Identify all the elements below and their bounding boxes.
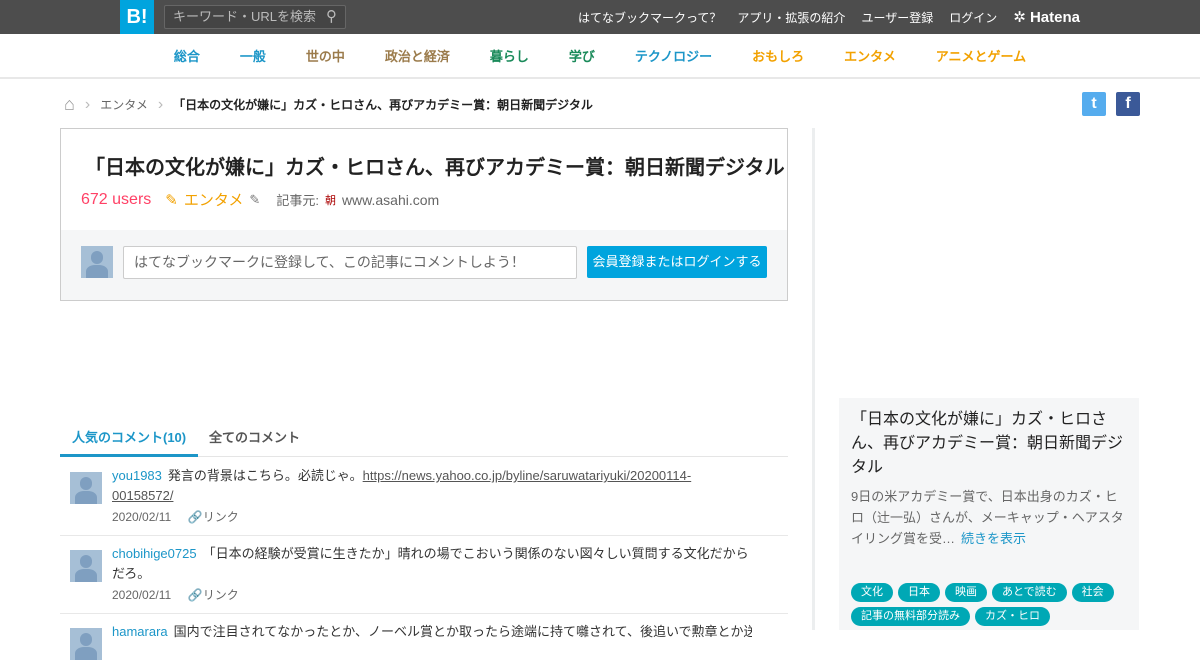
edit-icon[interactable]: ✎ <box>249 192 260 208</box>
category-tab[interactable]: 総合 <box>174 46 200 65</box>
category-tab[interactable]: 暮らし <box>490 46 529 65</box>
comment-user[interactable]: hamarara <box>112 624 168 639</box>
avatar[interactable] <box>70 550 102 582</box>
hatena-brand: Hatena <box>1029 9 1080 26</box>
source-domain[interactable]: www.asahi.com <box>342 192 439 208</box>
category-tab[interactable]: おもしろ <box>752 46 804 65</box>
tag[interactable]: カズ・ヒロ <box>975 607 1050 626</box>
category-tab[interactable]: 世の中 <box>306 46 345 65</box>
comment-text: 国内で注目されてなかったとか、ノーベル賞とか取ったら途端に持て囃されて、後追いで… <box>173 624 752 639</box>
comment-date[interactable]: 2020/02/11 <box>112 588 171 602</box>
show-more-link[interactable]: 続きを表示 <box>961 531 1026 546</box>
favicon-icon: 朝 <box>324 194 336 207</box>
apps-link[interactable]: アプリ・拡張の紹介 <box>737 9 845 26</box>
category-tab[interactable]: 一般 <box>240 46 266 65</box>
comment-text: 発言の背景はこちら。必読じゃ。 <box>167 468 363 483</box>
link-icon: 🔗 <box>187 588 203 602</box>
comment-user[interactable]: chobihige0725 <box>112 546 197 561</box>
entry-category[interactable]: エンタメ <box>184 189 244 210</box>
tag-list: 文化 日本 映画 あとで読む 社会記事の無料部分読み カズ・ヒロ <box>851 583 1141 626</box>
twitter-share-button[interactable]: t <box>1082 92 1106 116</box>
pencil-icon: ✎ <box>165 191 178 209</box>
category-tab[interactable]: 政治と経済 <box>385 46 450 65</box>
chevron-right-icon: › <box>157 95 164 113</box>
home-icon[interactable]: ⌂ <box>64 94 75 115</box>
signup-link[interactable]: ユーザー登録 <box>861 9 933 26</box>
hatena-logo[interactable]: ✲ Hatena <box>1013 8 1080 26</box>
comment-user[interactable]: you1983 <box>112 468 162 483</box>
comment-item: you1983 発言の背景はこちら。必読じゃ。https://news.yahoo… <box>60 458 788 536</box>
comment-item: hamarara 国内で注目されてなかったとか、ノーベル賞とか取ったら途端に持て囃… <box>60 614 788 660</box>
facebook-share-button[interactable]: f <box>1116 92 1140 116</box>
category-tab[interactable]: 学び <box>569 46 595 65</box>
tag[interactable]: あとで読む <box>992 583 1067 602</box>
search-icon[interactable]: ⚲ <box>326 6 337 28</box>
login-register-button[interactable]: 会員登録またはログインする <box>587 246 767 278</box>
top-bar: B! キーワード・URLを検索 ⚲ はてなブックマークって？ アプリ・拡張の紹介 … <box>0 0 1200 34</box>
comment-tabs: 人気のコメント(10) 全てのコメント <box>60 420 788 457</box>
search-input[interactable]: キーワード・URLを検索 ⚲ <box>164 5 346 29</box>
comment-form: はてなブックマークに登録して、この記事にコメントしよう！ 会員登録またはログイン… <box>61 230 787 300</box>
column-divider <box>812 128 815 630</box>
tag[interactable]: 文化 <box>851 583 893 602</box>
comment-input[interactable]: はてなブックマークに登録して、この記事にコメントしよう！ <box>123 246 577 279</box>
breadcrumb-category[interactable]: エンタメ <box>100 96 148 113</box>
search-placeholder: キーワード・URLを検索 <box>173 9 317 24</box>
category-tab[interactable]: アニメとゲーム <box>936 46 1026 65</box>
tab-popular-comments[interactable]: 人気のコメント(10) <box>60 420 199 457</box>
tag[interactable]: 日本 <box>898 583 940 602</box>
category-tab[interactable]: テクノロジー <box>635 46 712 65</box>
hatena-bookmark-logo[interactable]: B! <box>120 0 154 34</box>
category-tab[interactable]: エンタメ <box>844 46 896 65</box>
summary-title[interactable]: 「日本の文化が嫌に」カズ・ヒロさん、再びアカデミー賞：朝日新聞デジタル <box>851 408 1127 480</box>
breadcrumb-current: 「日本の文化が嫌に」カズ・ヒロさん、再びアカデミー賞：朝日新聞デジタル <box>173 98 593 112</box>
tag[interactable]: 記事の無料部分読み <box>851 607 970 626</box>
avatar[interactable] <box>70 628 102 660</box>
category-nav: 総合 一般 世の中 政治と経済 暮らし 学び テクノロジー おもしろ エンタメ アニメとゲーム <box>0 34 1200 79</box>
tag[interactable]: 社会 <box>1071 583 1114 602</box>
comment-date[interactable]: 2020/02/11 <box>112 510 171 524</box>
entry-card: 「日本の文化が嫌に」カズ・ヒロさん、再びアカデミー賞：朝日新聞デジタル 672 … <box>60 128 788 301</box>
avatar <box>81 246 113 278</box>
link-icon: 🔗 <box>187 510 203 524</box>
chevron-right-icon: › <box>84 95 91 113</box>
login-link[interactable]: ログイン <box>949 9 997 26</box>
permalink[interactable]: リンク <box>203 510 239 524</box>
breadcrumb: ⌂ › エンタメ › 「日本の文化が嫌に」カズ・ヒロさん、再びアカデミー賞：朝日… <box>64 94 593 115</box>
tag[interactable]: 映画 <box>945 583 987 602</box>
users-count[interactable]: 672 users <box>81 191 151 209</box>
permalink[interactable]: リンク <box>203 588 239 602</box>
tab-all-comments[interactable]: 全てのコメント <box>197 420 312 457</box>
comment-text: 「日本の経験が受賞に生きたか」晴れの場でこおいう関係のない図々しい質問する文化だ… <box>112 546 749 581</box>
source-label: 記事元: <box>276 193 319 208</box>
avatar[interactable] <box>70 472 102 504</box>
comment-item: chobihige0725 「日本の経験が受賞に生きたか」晴れの場でこおいう関係の… <box>60 536 788 614</box>
entry-summary-panel: 「日本の文化が嫌に」カズ・ヒロさん、再びアカデミー賞：朝日新聞デジタル 9日の米… <box>839 398 1139 630</box>
about-link[interactable]: はてなブックマークって？ <box>578 9 721 26</box>
entry-title[interactable]: 「日本の文化が嫌に」カズ・ヒロさん、再びアカデミー賞：朝日新聞デジタル <box>85 151 785 180</box>
